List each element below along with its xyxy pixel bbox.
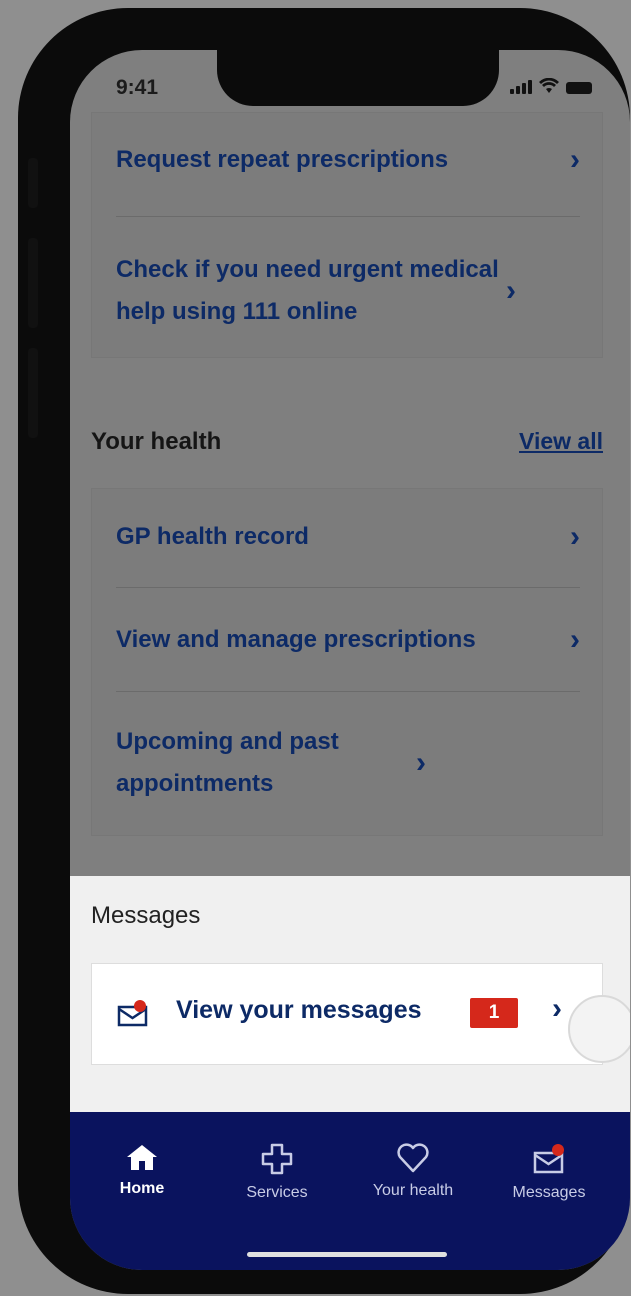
tab-messages[interactable]: Messages xyxy=(494,1142,604,1202)
home-indicator[interactable] xyxy=(247,1252,447,1257)
mute-switch xyxy=(28,158,38,208)
view-all-link[interactable]: View all xyxy=(519,428,603,455)
link-label: Check if you need urgent medical help us… xyxy=(116,256,499,325)
unread-count-badge: 1 xyxy=(470,998,518,1028)
view-messages-label: View your messages xyxy=(176,996,422,1024)
tab-label: Services xyxy=(246,1184,308,1201)
your-health-card: GP health record › View and manage presc… xyxy=(91,488,603,836)
volume-down-button xyxy=(28,348,38,438)
phone-screen: 9:41 Request repeat prescriptions › Chec… xyxy=(70,50,630,1270)
chevron-right-icon: › xyxy=(570,623,580,656)
chevron-right-icon: › xyxy=(416,746,426,779)
envelope-notification-icon xyxy=(117,1000,148,1027)
appointments-link[interactable]: Upcoming and past appointments › xyxy=(116,721,580,805)
heart-icon xyxy=(397,1143,429,1173)
request-repeat-prescriptions-link[interactable]: Request repeat prescriptions › xyxy=(116,139,580,181)
tab-label: Messages xyxy=(512,1184,586,1201)
envelope-icon xyxy=(533,1144,564,1174)
cross-icon xyxy=(261,1143,293,1175)
link-label: GP health record xyxy=(116,523,309,550)
divider xyxy=(116,216,580,217)
link-label: View and manage prescriptions xyxy=(116,626,476,653)
bottom-tab-bar: Home Services Your health Messages xyxy=(70,1112,630,1270)
status-time: 9:41 xyxy=(116,76,159,99)
tab-label: Your health xyxy=(372,1182,454,1199)
tab-home[interactable]: Home xyxy=(87,1142,197,1198)
battery-icon xyxy=(566,82,592,94)
status-bar: 9:41 xyxy=(70,50,630,120)
view-messages-link[interactable]: View your messages 1 › xyxy=(91,963,603,1065)
status-icons xyxy=(510,78,592,94)
phone-frame: 9:41 Request repeat prescriptions › Chec… xyxy=(18,8,630,1294)
notch xyxy=(217,50,499,106)
tab-services[interactable]: Services xyxy=(222,1142,332,1202)
check-111-online-link[interactable]: Check if you need urgent medical help us… xyxy=(116,249,580,333)
your-health-heading: Your health xyxy=(91,428,222,455)
tab-label: Home xyxy=(119,1180,165,1197)
volume-up-button xyxy=(28,238,38,328)
messages-heading: Messages xyxy=(91,902,201,929)
view-manage-prescriptions-link[interactable]: View and manage prescriptions › xyxy=(116,619,580,661)
touch-indicator xyxy=(568,995,630,1063)
chevron-right-icon: › xyxy=(570,520,580,553)
home-icon xyxy=(127,1145,157,1170)
divider xyxy=(116,691,580,692)
tab-your-health[interactable]: Your health xyxy=(358,1142,468,1200)
gp-health-record-link[interactable]: GP health record › xyxy=(116,516,580,558)
wifi-icon xyxy=(539,78,559,93)
divider xyxy=(116,587,580,588)
link-label: Upcoming and past appointments xyxy=(116,728,339,797)
top-services-card: Request repeat prescriptions › Check if … xyxy=(91,112,603,358)
chevron-right-icon: › xyxy=(552,992,562,1025)
link-label: Request repeat prescriptions xyxy=(116,146,449,173)
chevron-right-icon: › xyxy=(506,274,516,307)
chevron-right-icon: › xyxy=(570,143,580,176)
signal-icon xyxy=(510,80,532,94)
